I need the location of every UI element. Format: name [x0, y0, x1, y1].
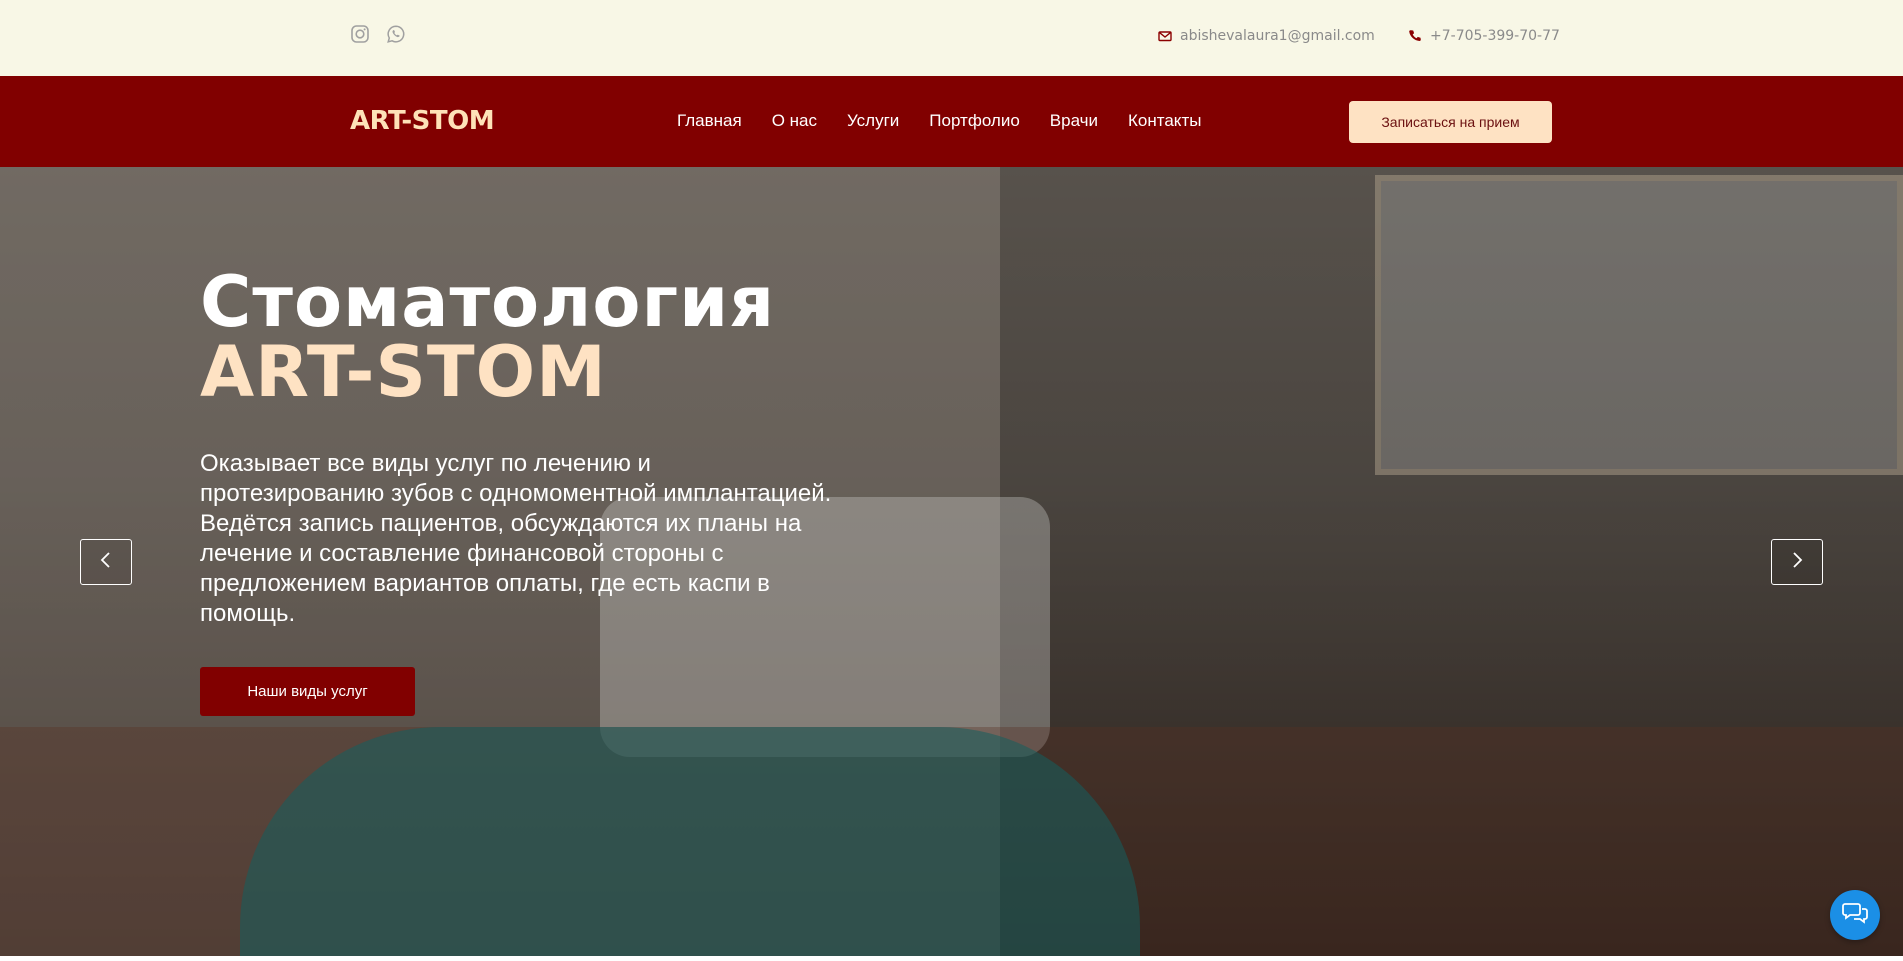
slider-prev-button[interactable]: [80, 539, 132, 585]
chevron-right-icon: [1790, 551, 1804, 574]
chat-bubbles-icon: [1842, 901, 1868, 930]
nav-portfolio[interactable]: Портфолио: [929, 111, 1019, 131]
phone-text[interactable]: +7-705-399-70-77: [1430, 28, 1560, 44]
nav-about[interactable]: О нас: [772, 111, 817, 131]
main-nav: Главная О нас Услуги Портфолио Врачи Кон…: [677, 111, 1201, 131]
hero-description: Оказывает все виды услуг по лечению и пр…: [200, 450, 832, 627]
instagram-icon[interactable]: [350, 24, 370, 44]
nav-contacts[interactable]: Контакты: [1128, 111, 1201, 131]
book-appointment-button[interactable]: Записаться на прием: [1349, 101, 1552, 143]
social-links: [350, 24, 406, 44]
slider-next-button[interactable]: [1771, 539, 1823, 585]
hero-section: Стоматология ART-STOM Оказывает все виды…: [0, 167, 1903, 956]
email-text[interactable]: abishevalaura1@gmail.com: [1180, 28, 1375, 44]
phone-icon: [1408, 29, 1422, 43]
nav-services[interactable]: Услуги: [847, 111, 899, 131]
hero-title-line2: ART-STOM: [200, 331, 607, 413]
whatsapp-icon[interactable]: [386, 24, 406, 44]
hero-background-dental-chair: [240, 727, 1140, 956]
hero-title: Стоматология ART-STOM: [200, 267, 775, 407]
chat-widget-button[interactable]: [1830, 890, 1880, 940]
main-navbar: ART-STOM Главная О нас Услуги Портфолио …: [0, 76, 1903, 167]
top-bar: abishevalaura1@gmail.com +7-705-399-70-7…: [0, 0, 1903, 76]
envelope-icon: [1158, 29, 1172, 43]
nav-home[interactable]: Главная: [677, 111, 742, 131]
site-logo[interactable]: ART-STOM: [350, 106, 495, 136]
nav-doctors[interactable]: Врачи: [1050, 111, 1098, 131]
chevron-left-icon: [99, 551, 113, 574]
our-services-button[interactable]: Наши виды услуг: [200, 667, 415, 716]
contact-phone[interactable]: +7-705-399-70-77: [1408, 28, 1560, 44]
hero-background-mirror: [1375, 175, 1903, 475]
contact-email[interactable]: abishevalaura1@gmail.com: [1158, 28, 1375, 44]
